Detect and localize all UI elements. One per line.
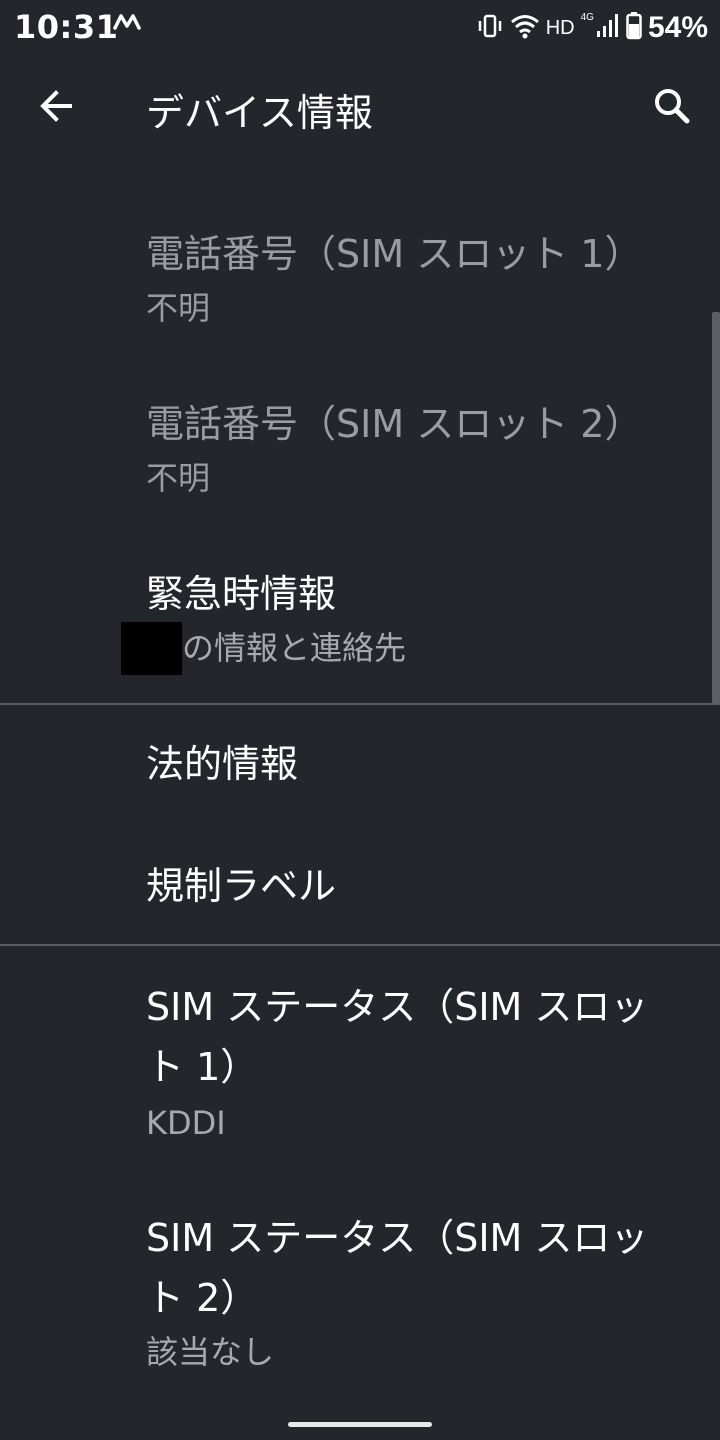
item-title: 電話番号（SIM スロット 1） [146, 232, 643, 276]
signal-icon [596, 13, 620, 43]
list-item-regulatory-labels[interactable]: 規制ラベル [0, 824, 720, 944]
item-title: 規制ラベル [146, 864, 337, 908]
list-item-sim-status-slot-1[interactable]: SIM ステータス（SIM スロッ ト 1） KDDI [0, 947, 720, 1167]
item-title-line-2: ト 1） [146, 1045, 259, 1089]
item-subtitle: 不明 [146, 289, 211, 327]
item-subtitle: の情報と連絡先 [182, 629, 407, 667]
list-item-sim-status-slot-2[interactable]: SIM ステータス（SIM スロッ ト 2） 該当なし [0, 1178, 720, 1398]
divider [0, 703, 720, 705]
item-title-line-2: ト 2） [146, 1276, 259, 1320]
arrow-left-icon[interactable] [32, 82, 80, 130]
search-icon[interactable] [648, 82, 696, 130]
divider [0, 944, 720, 946]
list-item-legal-info[interactable]: 法的情報 [0, 706, 720, 822]
scrollbar[interactable] [712, 312, 720, 704]
item-title: 緊急時情報 [146, 572, 337, 616]
page-title: デバイス情報 [146, 91, 373, 135]
item-subtitle: 不明 [146, 459, 211, 497]
status-icons: HD 4G 54% [476, 8, 708, 48]
status-bar: 10:31 HD 4G 54% [0, 0, 720, 56]
hd-label: HD [545, 16, 575, 39]
status-time: 10:31 [14, 8, 119, 46]
gesture-nav-handle[interactable] [288, 1422, 432, 1427]
item-title-line-1: SIM ステータス（SIM スロッ [146, 1216, 649, 1260]
notification-m-icon [113, 12, 141, 36]
item-title: 電話番号（SIM スロット 2） [146, 402, 643, 446]
battery-level: 54% [647, 11, 708, 44]
item-title-line-1: SIM ステータス（SIM スロッ [146, 985, 649, 1029]
item-subtitle: KDDI [146, 1104, 226, 1142]
wifi-icon [510, 13, 540, 43]
item-subtitle: 該当なし [146, 1333, 275, 1371]
list-item-phone-number-slot-2[interactable]: 電話番号（SIM スロット 2） 不明 [0, 370, 720, 510]
vibrate-icon [476, 12, 504, 44]
list-item-emergency-info[interactable]: 緊急時情報 の情報と連絡先 [0, 540, 720, 680]
network-type: 4G [580, 12, 594, 23]
item-title: 法的情報 [146, 742, 299, 786]
list-item-phone-number-slot-1[interactable]: 電話番号（SIM スロット 1） 不明 [0, 200, 720, 340]
battery-icon [626, 12, 642, 44]
app-bar: デバイス情報 [0, 56, 720, 156]
redaction-box [121, 622, 182, 675]
